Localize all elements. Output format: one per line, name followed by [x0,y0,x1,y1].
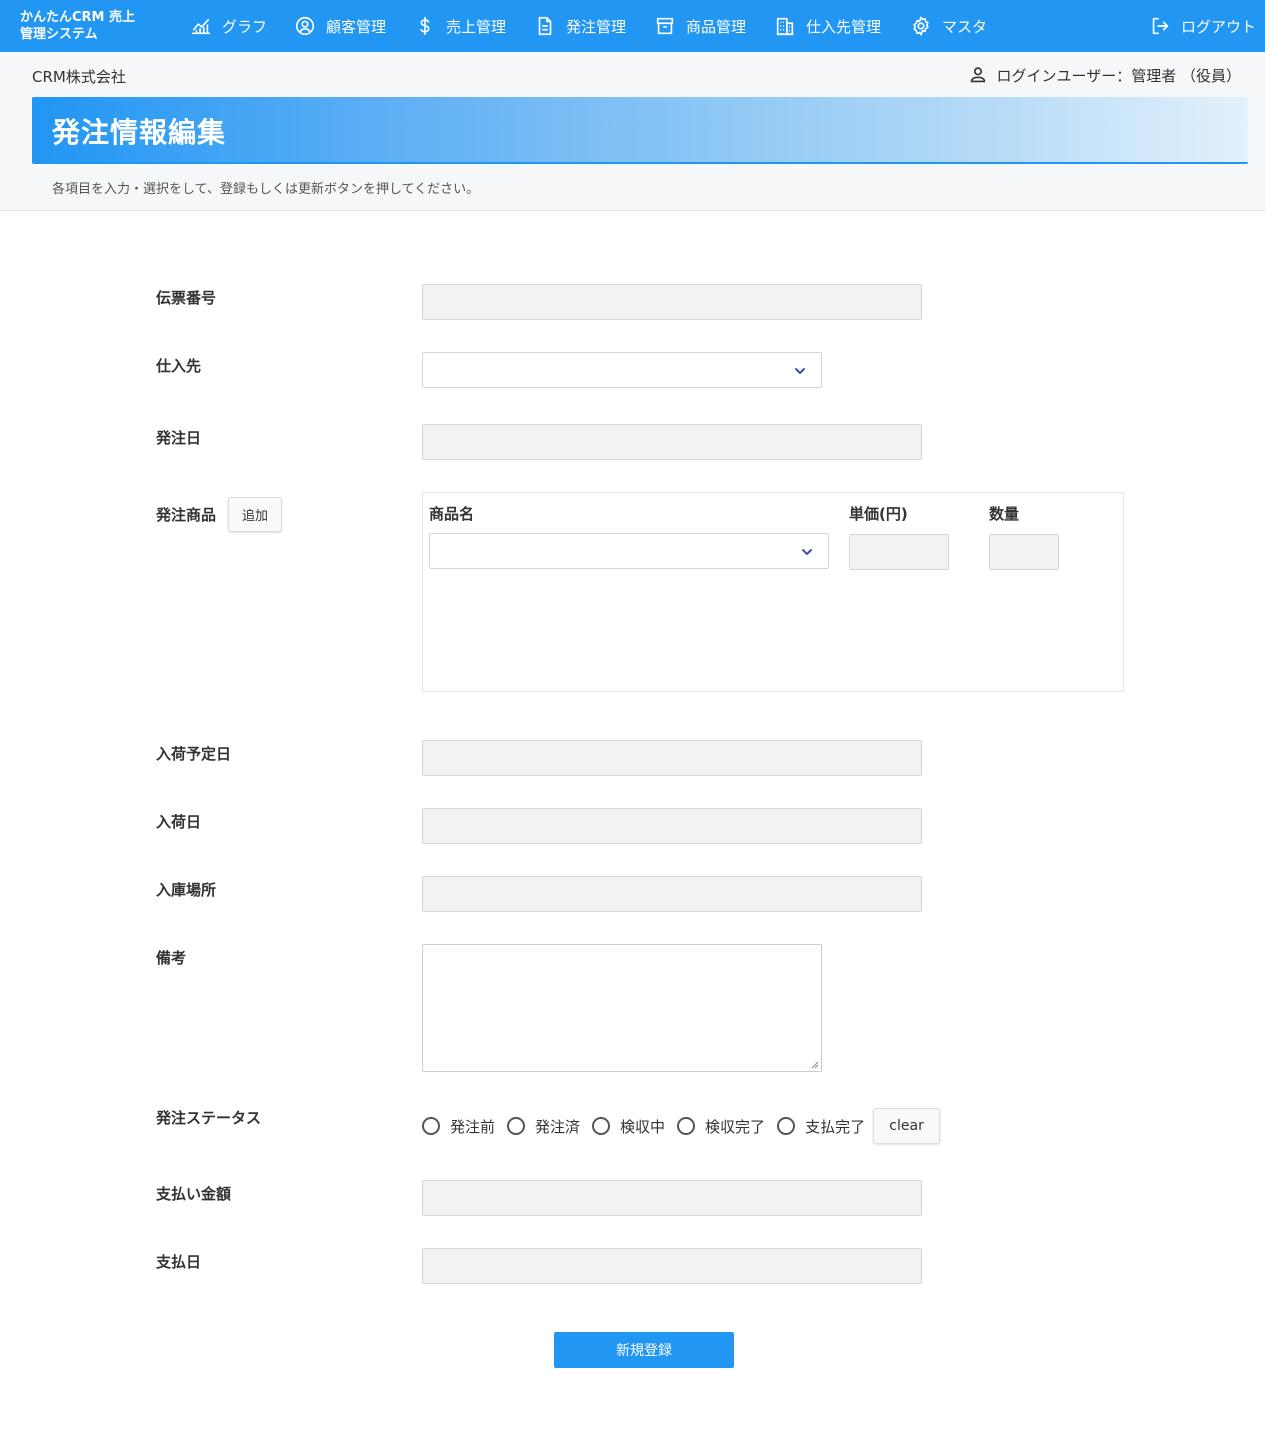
status-radio-paid[interactable]: 支払完了 [777,1116,865,1137]
radio-circle[interactable] [677,1117,696,1135]
nav-item-suppliers[interactable]: 仕入先管理 [774,0,881,52]
status-radio-ordered[interactable]: 発注済 [507,1116,580,1137]
status-radio-before-order[interactable]: 発注前 [422,1116,495,1137]
slip-number-label: 伝票番号 [156,289,217,307]
slip-number-input[interactable] [422,284,922,320]
payment-amount-input[interactable] [422,1180,922,1216]
radio-circle[interactable] [507,1117,526,1135]
order-date-input[interactable] [422,424,922,460]
nav-item-products[interactable]: 商品管理 [654,0,746,52]
arrival-date-input[interactable] [422,808,922,844]
nav-item-sales[interactable]: 売上管理 [414,0,506,52]
login-user-info: ログインユーザー：管理者 （役員） [967,64,1241,86]
page-header: CRM株式会社 ログインユーザー：管理者 （役員） 発注情報編集 各項目を入力・… [0,52,1265,211]
status-radio-inspecting[interactable]: 検収中 [592,1116,665,1137]
nav-item-master[interactable]: マスタ [910,0,987,52]
status-radio-group: 発注前 発注済 検収中 検収完了 支払完了 clear [422,1108,941,1144]
gear-icon [913,16,929,36]
warehouse-label: 入庫場所 [156,881,217,899]
brand-line-2: 管理システム [20,27,98,42]
page-title: 発注情報編集 [52,116,227,149]
notes-textarea[interactable] [422,944,822,1072]
payment-date-label: 支払日 [156,1253,202,1271]
brand-line-1: かんたんCRM 売上 [20,10,136,25]
quantity-header: 数量 [989,505,1020,523]
product-name-select[interactable] [429,533,829,569]
radio-label: 発注前 [450,1117,496,1136]
notes-label: 備考 [156,949,187,967]
nav-label: 仕入先管理 [806,17,882,36]
user-icon [970,67,985,83]
add-product-button[interactable]: 追加 [228,497,282,532]
user-circle-icon [295,16,315,36]
top-navbar: かんたんCRM 売上 管理システム グラフ 顧客管理 売上管理 発注管理 商品管… [0,0,1265,52]
radio-label: 検収中 [620,1117,666,1136]
order-products-panel: 商品名 単価(円) 数量 [422,492,1124,692]
nav-label: 売上管理 [446,17,507,36]
nav-item-orders[interactable]: 発注管理 [534,0,626,52]
title-banner: 発注情報編集 [32,97,1248,164]
login-user-label: ログインユーザー：管理者 （役員） [996,66,1241,85]
company-name: CRM株式会社 [32,68,126,86]
logout-icon [1152,17,1169,35]
product-name-header: 商品名 [429,505,475,523]
radio-label: 発注済 [535,1117,581,1136]
supplier-label: 仕入先 [156,357,202,375]
building-icon [776,17,794,36]
radio-circle[interactable] [777,1117,796,1135]
quantity-input[interactable] [989,534,1059,570]
expected-arrival-date-input[interactable] [422,740,922,776]
order-products-label: 発注商品 [156,506,217,524]
radio-label: 支払完了 [805,1117,866,1136]
register-button[interactable]: 新規登録 [554,1332,734,1368]
radio-circle[interactable] [422,1117,440,1135]
resize-grip-icon[interactable] [811,1061,819,1069]
expected-arrival-date-label: 入荷予定日 [156,745,232,763]
unit-price-input[interactable] [849,534,949,570]
clear-status-button[interactable]: clear [873,1108,941,1144]
instructions-text: 各項目を入力・選択をして、登録もしくは更新ボタンを押してください。 [52,182,480,197]
archive-box-icon [656,17,674,35]
dollar-icon [420,16,430,36]
chevron-down-icon [795,368,805,374]
app-brand[interactable]: かんたんCRM 売上 管理システム [20,9,135,43]
unit-price-header: 単価(円) [849,505,908,523]
arrival-date-label: 入荷日 [156,813,202,831]
nav-label: 顧客管理 [326,17,387,36]
chart-icon [191,18,211,35]
nav-label: マスタ [942,17,988,36]
warehouse-input[interactable] [422,876,922,912]
logout-label: ログアウト [1181,17,1257,36]
payment-amount-label: 支払い金額 [156,1185,232,1203]
status-radio-inspected[interactable]: 検収完了 [677,1116,765,1137]
nav-label: グラフ [222,17,268,36]
logout-button[interactable]: ログアウト [1149,0,1256,52]
order-date-label: 発注日 [156,429,202,447]
status-label: 発注ステータス [156,1109,262,1127]
radio-label: 検収完了 [705,1117,766,1136]
nav-label: 商品管理 [686,17,747,36]
nav-label: 発注管理 [566,17,627,36]
radio-circle[interactable] [592,1117,611,1135]
nav-item-graph[interactable]: グラフ [190,0,267,52]
document-icon [538,16,552,36]
payment-date-input[interactable] [422,1248,922,1284]
nav-item-customers[interactable]: 顧客管理 [294,0,386,52]
chevron-down-icon [802,549,812,555]
supplier-select[interactable] [422,352,822,388]
